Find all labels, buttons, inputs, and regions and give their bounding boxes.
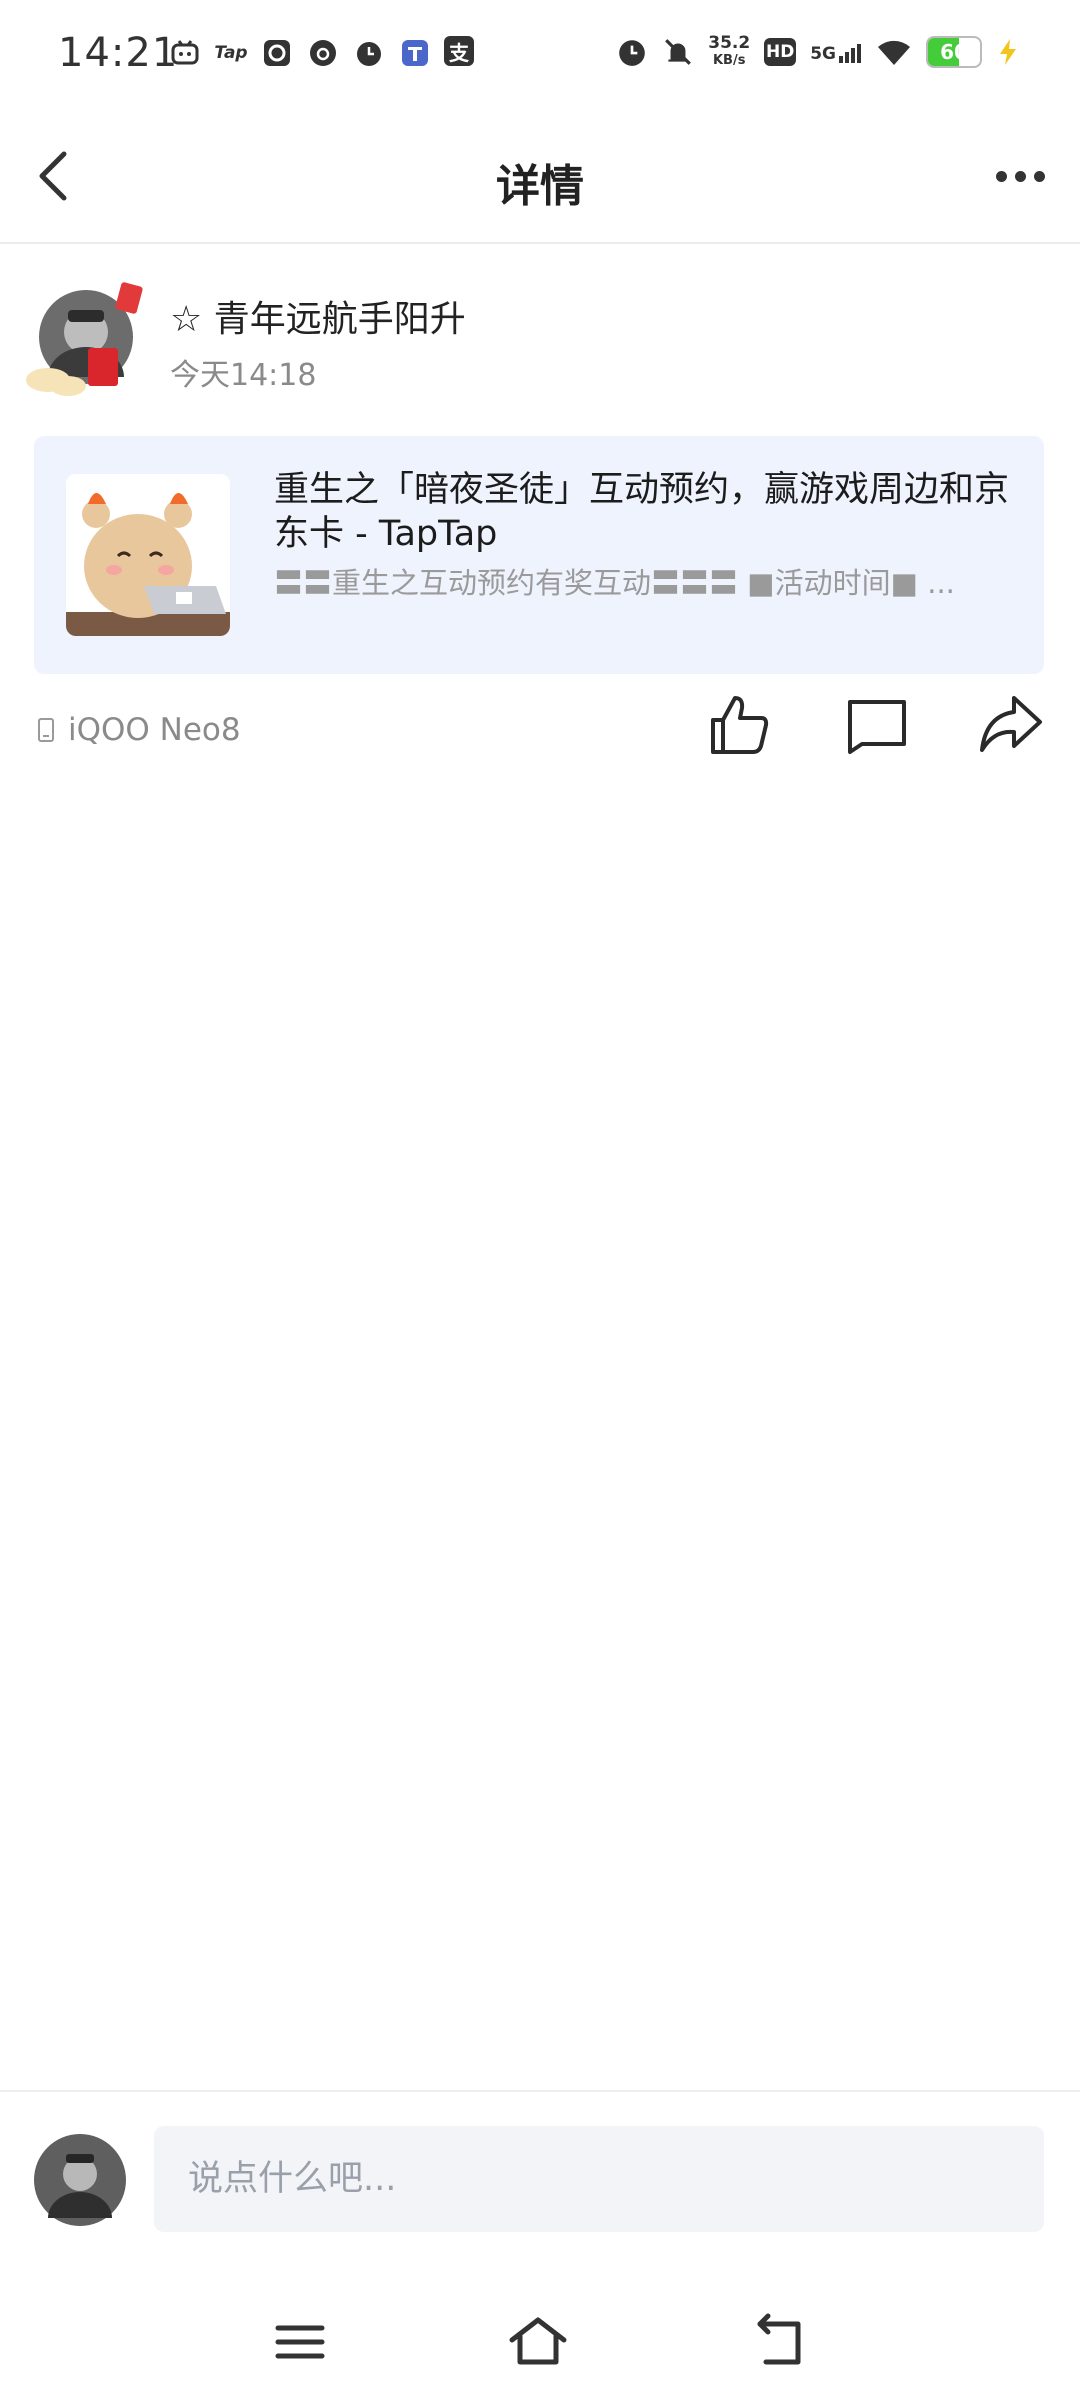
system-nav-bar <box>0 2290 1080 2400</box>
browser-icon <box>260 36 294 70</box>
link-description: 〓〓重生之互动预约有奖互动〓〓〓 ■活动时间■ ... <box>274 566 955 600</box>
device-label: iQOO Neo8 <box>38 712 241 748</box>
divider <box>0 2090 1080 2092</box>
network-speed: 35.2 KB/s <box>708 33 751 68</box>
clock-icon <box>352 36 386 70</box>
phone-icon <box>38 718 54 742</box>
signal-icon <box>839 44 861 63</box>
more-button[interactable] <box>990 156 1050 196</box>
comment-input[interactable] <box>154 2126 1044 2232</box>
notification-icons: Tap 支 <box>168 36 474 70</box>
share-button[interactable] <box>976 690 1046 760</box>
author-avatar[interactable] <box>26 282 146 402</box>
wifi-icon <box>878 40 910 65</box>
battery-indicator: 60 <box>926 36 982 68</box>
post-time: 今天14:18 <box>170 358 317 393</box>
home-icon <box>509 2317 567 2365</box>
like-button[interactable] <box>705 690 775 760</box>
mute-icon <box>665 39 692 65</box>
work-app-icon <box>398 36 432 70</box>
top-navbar: 详情 <box>0 110 1080 244</box>
return-icon <box>757 2313 801 2365</box>
status-time: 14:21 <box>58 30 179 76</box>
menu-icon <box>275 2325 325 2359</box>
more-dots-icon <box>995 170 1007 182</box>
hd-badge: HD <box>764 38 797 66</box>
link-card[interactable]: 重生之「暗夜圣徒」互动预约，赢游戏周边和京东卡 - TapTap 〓〓重生之互动… <box>34 436 1044 674</box>
alarm-icon <box>619 40 646 66</box>
charging-icon <box>1000 39 1016 65</box>
author-name[interactable]: ☆ 青年远航手阳升 <box>170 290 466 342</box>
back-nav-button[interactable] <box>748 2310 812 2374</box>
status-bar: 14:21 Tap 支 35.2 KB/s HD 5G 60 <box>0 0 1080 110</box>
music-icon <box>306 36 340 70</box>
share-arrow-icon <box>980 696 1042 752</box>
comment-icon <box>848 700 906 754</box>
comment-button[interactable] <box>842 690 912 760</box>
system-status: 35.2 KB/s HD 5G 60 <box>616 34 1020 70</box>
taptap-icon: Tap <box>214 43 248 63</box>
page-title: 详情 <box>496 161 584 212</box>
link-thumbnail <box>66 474 230 636</box>
user-avatar[interactable] <box>34 2134 126 2226</box>
link-title: 重生之「暗夜圣徒」互动预约，赢游戏周边和京东卡 - TapTap <box>274 470 1010 554</box>
thumbs-up-icon <box>711 696 769 754</box>
menu-button[interactable] <box>268 2310 332 2374</box>
signal-5g: 5G <box>810 40 862 64</box>
alipay-icon: 支 <box>444 36 474 66</box>
bilibili-icon <box>168 36 202 70</box>
device-name: iQOO Neo8 <box>68 712 241 748</box>
home-button[interactable] <box>506 2310 570 2374</box>
